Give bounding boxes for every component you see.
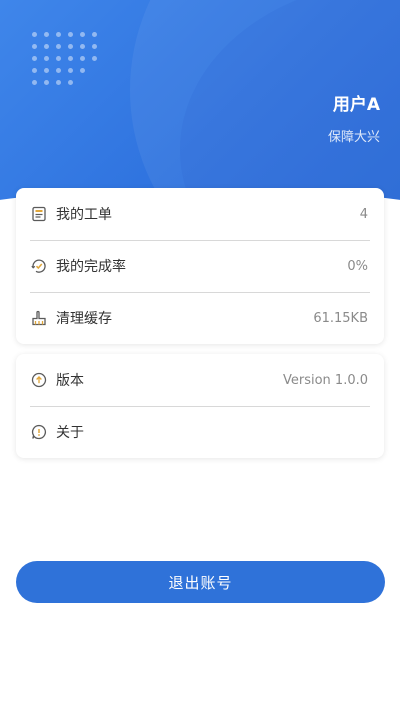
user-name: 用户A: [332, 95, 380, 115]
completion-rate-icon: [30, 257, 48, 275]
dot: [80, 44, 85, 49]
dot: [32, 32, 37, 37]
menu-card-primary: 我的工单 4 我的完成率 0% 清理缓存 61.15KB: [16, 188, 384, 344]
dot: [68, 44, 73, 49]
menu-item-value: Version 1.0.0: [282, 372, 368, 388]
dot: [56, 68, 61, 73]
dot: [80, 56, 85, 61]
menu-item-value: 0%: [347, 258, 368, 274]
dot: [44, 56, 49, 61]
user-organization: 保障大兴: [327, 130, 380, 145]
upload-info-icon: [30, 371, 48, 389]
dot: [32, 44, 37, 49]
menu-item-value: 61.15KB: [313, 310, 368, 326]
dot: [68, 56, 73, 61]
menu-item-clear-cache[interactable]: 清理缓存 61.15KB: [16, 292, 384, 344]
dot: [56, 80, 61, 85]
dot: [56, 56, 61, 61]
dot: [68, 32, 73, 37]
menu-item-label: 版本: [56, 373, 84, 389]
about-icon: [30, 423, 48, 441]
dot: [56, 44, 61, 49]
dot-pattern: [32, 32, 104, 92]
logout-button[interactable]: 退出账号: [16, 561, 385, 603]
menu-item-completion-rate[interactable]: 我的完成率 0%: [16, 240, 384, 292]
dot: [80, 32, 85, 37]
menu-item-version[interactable]: 版本 Version 1.0.0: [16, 354, 384, 406]
dot: [32, 80, 37, 85]
dot: [68, 68, 73, 73]
menu-item-label: 关于: [56, 425, 84, 441]
menu-item-value: 4: [359, 206, 368, 222]
dot: [92, 44, 97, 49]
dot: [92, 32, 97, 37]
document-icon: [30, 205, 48, 223]
menu-card-secondary: 版本 Version 1.0.0 关于: [16, 354, 384, 458]
dot: [44, 80, 49, 85]
menu-item-about[interactable]: 关于: [16, 406, 384, 458]
dot: [68, 80, 73, 85]
dot: [56, 32, 61, 37]
dot: [92, 56, 97, 61]
menu-item-label: 我的工单: [56, 207, 112, 223]
menu-item-label: 我的完成率: [56, 259, 126, 275]
menu-item-my-orders[interactable]: 我的工单 4: [16, 188, 384, 240]
menu-item-label: 清理缓存: [56, 311, 112, 327]
broom-icon: [30, 309, 48, 327]
dot: [44, 68, 49, 73]
dot: [44, 44, 49, 49]
dot: [44, 32, 49, 37]
dot: [80, 68, 85, 73]
profile-screen: 用户A 保障大兴 我的工单 4 我的完成率 0% 清理缓存 61.15KB 版本…: [0, 0, 400, 710]
dot: [32, 56, 37, 61]
dot: [32, 68, 37, 73]
